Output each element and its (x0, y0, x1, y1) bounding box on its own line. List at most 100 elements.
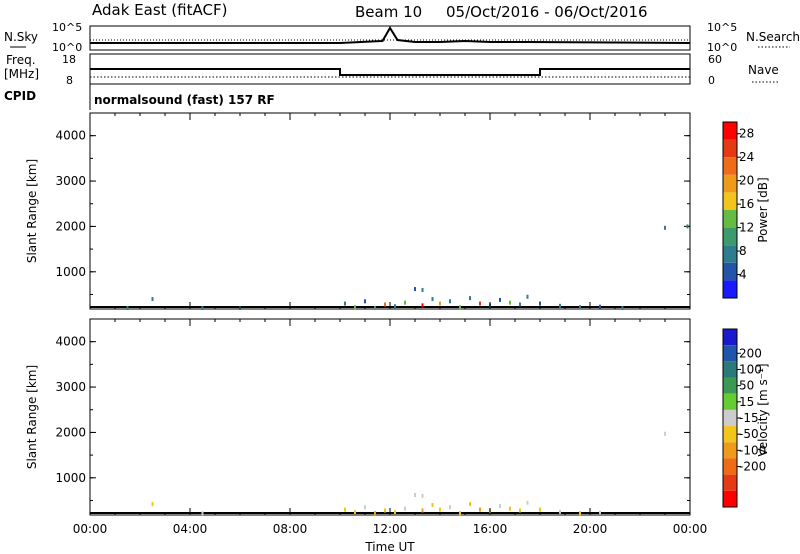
power-ytick-label-1: 2000 (55, 219, 86, 233)
power-point-12 (421, 287, 424, 292)
radar-summary-figure: Adak East (fitACF) Beam 10 05/Oct/2016 -… (4, 1, 800, 554)
velocity-xtick-label-1: 04:00 (173, 522, 208, 536)
power-point-7 (374, 306, 376, 311)
power-point-22 (509, 300, 511, 305)
power-point-25 (539, 301, 541, 306)
cpid-label: CPID (4, 89, 36, 103)
power-ylabel: Slant Range [km] (25, 159, 39, 263)
velocity-point-27 (664, 431, 666, 436)
velocity-point-13 (439, 507, 441, 512)
velocity-point-22 (526, 500, 529, 505)
velocity-colorbar-swatch-0 (723, 329, 737, 346)
velocity-point-6 (384, 508, 386, 513)
velocity-point-8 (404, 506, 406, 511)
velocity-point-21 (519, 508, 521, 513)
power-colorbar-label-4: 20 (739, 174, 754, 188)
power-colorbar-swatch-3 (723, 227, 737, 246)
velocity-point-0 (151, 502, 154, 507)
velocity-point-14 (449, 505, 451, 510)
freq-tick-top: 18 (62, 53, 76, 66)
power-point-16 (449, 299, 451, 304)
velocity-point-4 (364, 505, 366, 510)
velocity-colorbar-swatch-2 (723, 361, 737, 378)
power-colorbar-swatch-8 (723, 139, 737, 158)
power-scatter (126, 224, 689, 311)
velocity-point-20 (509, 506, 511, 511)
velocity-xtick-label-6: 00:00 (673, 522, 708, 536)
power-colorbar-swatch-5 (723, 192, 737, 210)
power-point-0 (151, 297, 154, 302)
velocity-colorbar-swatch-5 (723, 409, 737, 427)
power-point-4 (344, 301, 346, 306)
power-colorbar-label-2: 12 (739, 221, 754, 235)
velocity-colorbar-swatch-10 (723, 490, 737, 507)
power-point-6 (364, 299, 366, 304)
power-point-9 (394, 304, 396, 309)
velocity-colorbar-label: Velocity [m s⁻¹] (756, 363, 770, 456)
power-point-8 (384, 302, 386, 307)
velocity-colorbar-swatch-7 (723, 442, 737, 459)
velocity-xtick-label-2: 08:00 (273, 522, 308, 536)
velocity-point-9 (414, 493, 416, 498)
velocity-xtick-label-3: 12:00 (373, 522, 408, 536)
power-colorbar-swatch-0 (723, 280, 737, 298)
velocity-point-17 (479, 507, 481, 512)
noise-right-tick-top: 10^5 (707, 21, 737, 34)
cpid-value: normalsound (fast) 157 RF (94, 93, 275, 107)
power-point-13 (421, 303, 424, 308)
power-x-ticks (89, 113, 691, 309)
power-point-1 (126, 306, 129, 311)
velocity-ytick-label-0: 1000 (55, 471, 86, 485)
power-point-21 (499, 297, 501, 302)
velocity-point-23 (539, 507, 541, 512)
power-y-axis: 1000 2000 3000 4000 (55, 129, 690, 295)
power-colorbar-label-0: 4 (739, 268, 747, 282)
velocity-point-1 (201, 511, 204, 516)
velocity-colorbar-swatch-4 (723, 393, 737, 410)
power-colorbar-label-6: 28 (739, 127, 754, 141)
noise-right-label: N.Search (746, 30, 800, 44)
power-point-18 (469, 296, 471, 301)
velocity-point-2 (344, 507, 346, 512)
freq-left-label: Freq. (6, 53, 36, 67)
velocity-point-26 (599, 510, 601, 515)
power-point-29 (621, 306, 624, 311)
velocity-panel-frame (89, 318, 691, 516)
velocity-point-16 (469, 502, 471, 507)
power-point-10 (404, 300, 406, 305)
freq-left-unit: [MHz] (4, 67, 39, 81)
velocity-colorbar-swatch-1 (723, 345, 737, 362)
velocity-x-axis: 00:00 04:00 08:00 12:00 16:00 20:00 00:00 (73, 319, 708, 536)
power-colorbar-label-1: 8 (739, 244, 747, 258)
noise-sky-series (90, 26, 691, 44)
power-point-11 (414, 287, 416, 292)
power-colorbar-swatch-6 (723, 174, 737, 193)
power-point-5 (354, 305, 356, 310)
power-point-2 (201, 306, 204, 311)
velocity-colorbar-swatch-9 (723, 474, 737, 491)
velocity-ytick-label-3: 4000 (55, 335, 86, 349)
power-point-19 (479, 301, 481, 306)
station-title: Adak East (fitACF) (92, 1, 227, 19)
power-colorbar: 4 8 12 16 20 24 28 (722, 121, 754, 299)
velocity-colorbar-label-7: -200 (739, 460, 766, 474)
velocity-xtick-label-5: 20:00 (573, 522, 608, 536)
velocity-colorbar-swatch-3 (723, 377, 737, 394)
beam-label: Beam 10 (355, 3, 422, 21)
power-ytick-label-2: 3000 (55, 174, 86, 188)
velocity-colorbar-label-0: 200 (739, 346, 762, 360)
velocity-point-11 (421, 508, 424, 513)
noise-left-label: N.Sky (4, 30, 38, 44)
velocity-point-12 (431, 503, 434, 508)
nave-tick-bottom: 0 (708, 74, 715, 87)
velocity-point-24 (559, 509, 561, 514)
velocity-point-25 (579, 511, 581, 516)
power-ytick-label-0: 1000 (55, 265, 86, 279)
velocity-ytick-label-2: 3000 (55, 380, 86, 394)
power-colorbar-label-5: 24 (739, 150, 754, 164)
velocity-point-3 (354, 510, 356, 515)
freq-tick-bottom: 8 (66, 74, 73, 87)
x-axis-label: Time UT (364, 540, 415, 554)
power-ytick-label-3: 4000 (55, 129, 86, 143)
power-point-14 (431, 297, 434, 302)
